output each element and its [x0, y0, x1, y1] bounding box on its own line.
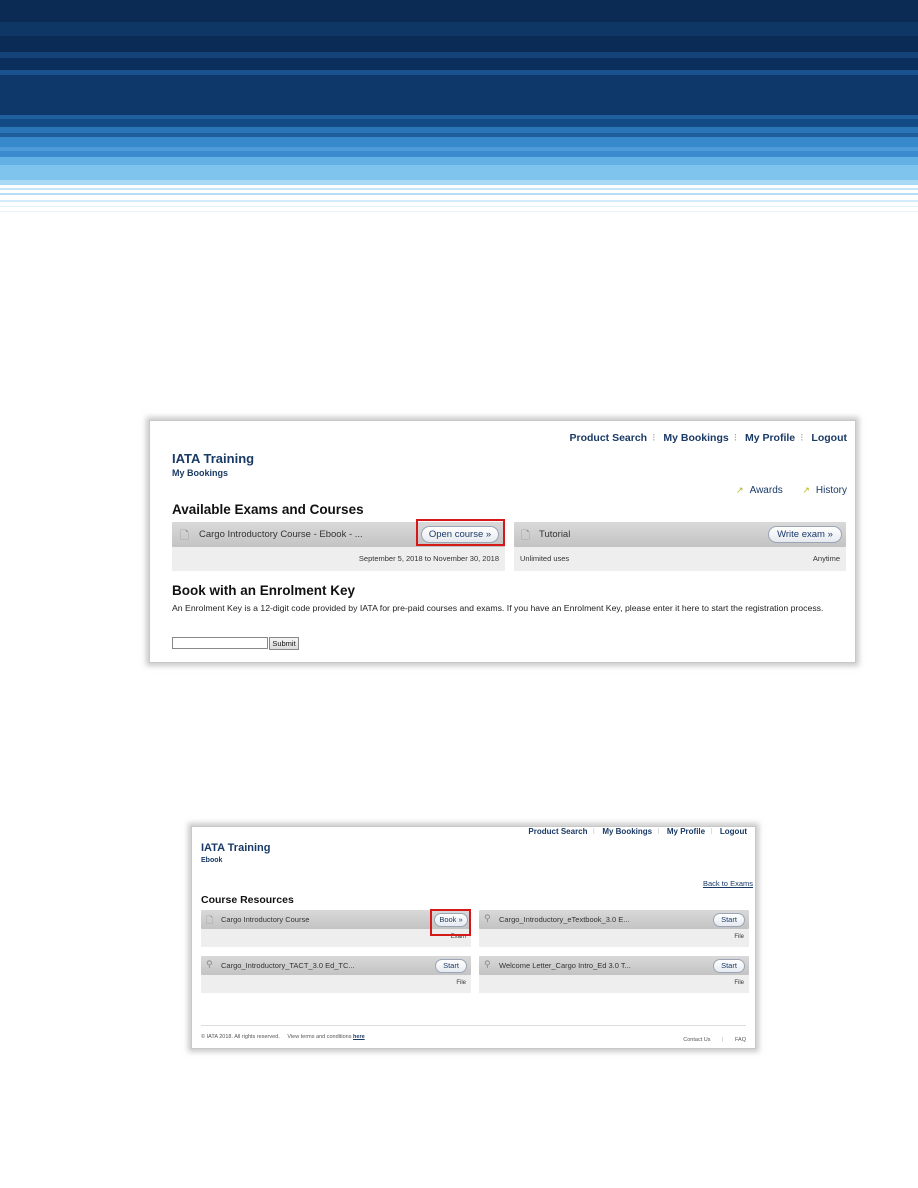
write-exam-button[interactable]: Write exam »: [768, 526, 842, 543]
highlight-open-course: [416, 519, 505, 546]
paperclip-icon: ⚲: [484, 959, 491, 969]
page-subtitle: Ebook: [201, 857, 223, 864]
enrolment-key-input[interactable]: [172, 637, 268, 649]
nav-product-search[interactable]: Product Search: [569, 432, 647, 444]
nav-my-bookings[interactable]: My Bookings: [602, 827, 652, 836]
contact-us-link[interactable]: Contact Us: [683, 1037, 710, 1043]
resource-title: Cargo_Introductory_TACT_3.0 Ed_TC...: [221, 961, 355, 970]
resource-card: ⚲ Welcome Letter_Cargo Intro_Ed 3.0 T...…: [479, 956, 749, 993]
exam-title: Tutorial: [539, 529, 571, 540]
document-icon: 🗋: [521, 530, 530, 542]
section-title: Available Exams and Courses: [172, 502, 364, 517]
resource-title: Welcome Letter_Cargo Intro_Ed 3.0 T...: [499, 961, 631, 970]
start-button[interactable]: Start: [713, 913, 745, 927]
nav-logout[interactable]: Logout: [811, 432, 847, 444]
site-title: IATA Training: [172, 451, 255, 466]
history-link[interactable]: History: [816, 485, 847, 496]
course-title: Cargo Introductory Course - Ebook - ...: [199, 529, 363, 540]
nav-my-profile[interactable]: My Profile: [667, 827, 705, 836]
course-resources-screenshot: Product Search ⁝ My Bookings ⁝ My Profile ⁝…: [191, 826, 756, 1049]
start-button[interactable]: Start: [435, 959, 467, 973]
award-arrow-icon: ↗: [736, 485, 744, 495]
paperclip-icon: ⚲: [484, 913, 491, 923]
exam-availability: Anytime: [812, 554, 840, 563]
resource-title: Cargo_Introductory_eTextbook_3.0 E...: [499, 915, 630, 924]
resource-type: File: [734, 980, 744, 986]
section-title: Course Resources: [201, 894, 294, 906]
awards-link[interactable]: Awards: [750, 485, 783, 496]
nav-my-profile[interactable]: My Profile: [745, 432, 795, 444]
nav-my-bookings[interactable]: My Bookings: [663, 432, 728, 444]
document-icon: 🗋: [180, 530, 189, 542]
history-arrow-icon: ↗: [802, 485, 810, 495]
nav-product-search[interactable]: Product Search: [528, 827, 587, 836]
enrolment-title: Book with an Enrolment Key: [172, 583, 356, 598]
footer: © IATA 2018. All rights reserved. View t…: [201, 1025, 746, 1044]
resource-title: Cargo Introductory Course: [221, 915, 310, 924]
page-subtitle: My Bookings: [172, 468, 229, 478]
terms-text: View terms and conditions: [287, 1034, 352, 1040]
top-nav: Product Search ⁝ My Bookings ⁝ My Profile ⁝…: [528, 827, 747, 836]
enrolment-description: An Enrolment Key is a 12-digit code prov…: [172, 603, 824, 613]
awards-history-links: ↗ Awards ↗ History: [736, 485, 847, 496]
resource-card: ⚲ Cargo_Introductory_eTextbook_3.0 E... …: [479, 910, 749, 947]
paperclip-icon: ⚲: [206, 959, 213, 969]
nav-logout[interactable]: Logout: [720, 827, 747, 836]
footer-right-links: Contact Us | FAQ: [683, 1037, 746, 1043]
back-to-exams-link[interactable]: Back to Exams: [703, 879, 753, 888]
header-banner: [0, 0, 918, 215]
resource-type: File: [456, 980, 466, 986]
exam-card: 🗋 Tutorial Write exam » Unlimited uses A…: [514, 522, 846, 571]
my-bookings-screenshot: Product Search ⁝ My Bookings ⁝ My Profile ⁝…: [149, 420, 856, 663]
resource-card: ⚲ Cargo_Introductory_TACT_3.0 Ed_TC... S…: [201, 956, 471, 993]
top-nav: Product Search ⁝ My Bookings ⁝ My Profile ⁝…: [569, 432, 847, 444]
exam-uses: Unlimited uses: [520, 554, 570, 563]
faq-link[interactable]: FAQ: [735, 1037, 746, 1043]
submit-button[interactable]: Submit: [269, 637, 299, 650]
highlight-book: [430, 909, 471, 936]
start-button[interactable]: Start: [713, 959, 745, 973]
copyright: © IATA 2018. All rights reserved.: [201, 1034, 280, 1040]
document-icon: 🗋: [206, 915, 214, 925]
course-dates: September 5, 2018 to November 30, 2018: [358, 554, 499, 563]
site-title: IATA Training: [201, 842, 271, 854]
resource-type: File: [734, 934, 744, 940]
terms-here-link[interactable]: here: [353, 1034, 365, 1040]
